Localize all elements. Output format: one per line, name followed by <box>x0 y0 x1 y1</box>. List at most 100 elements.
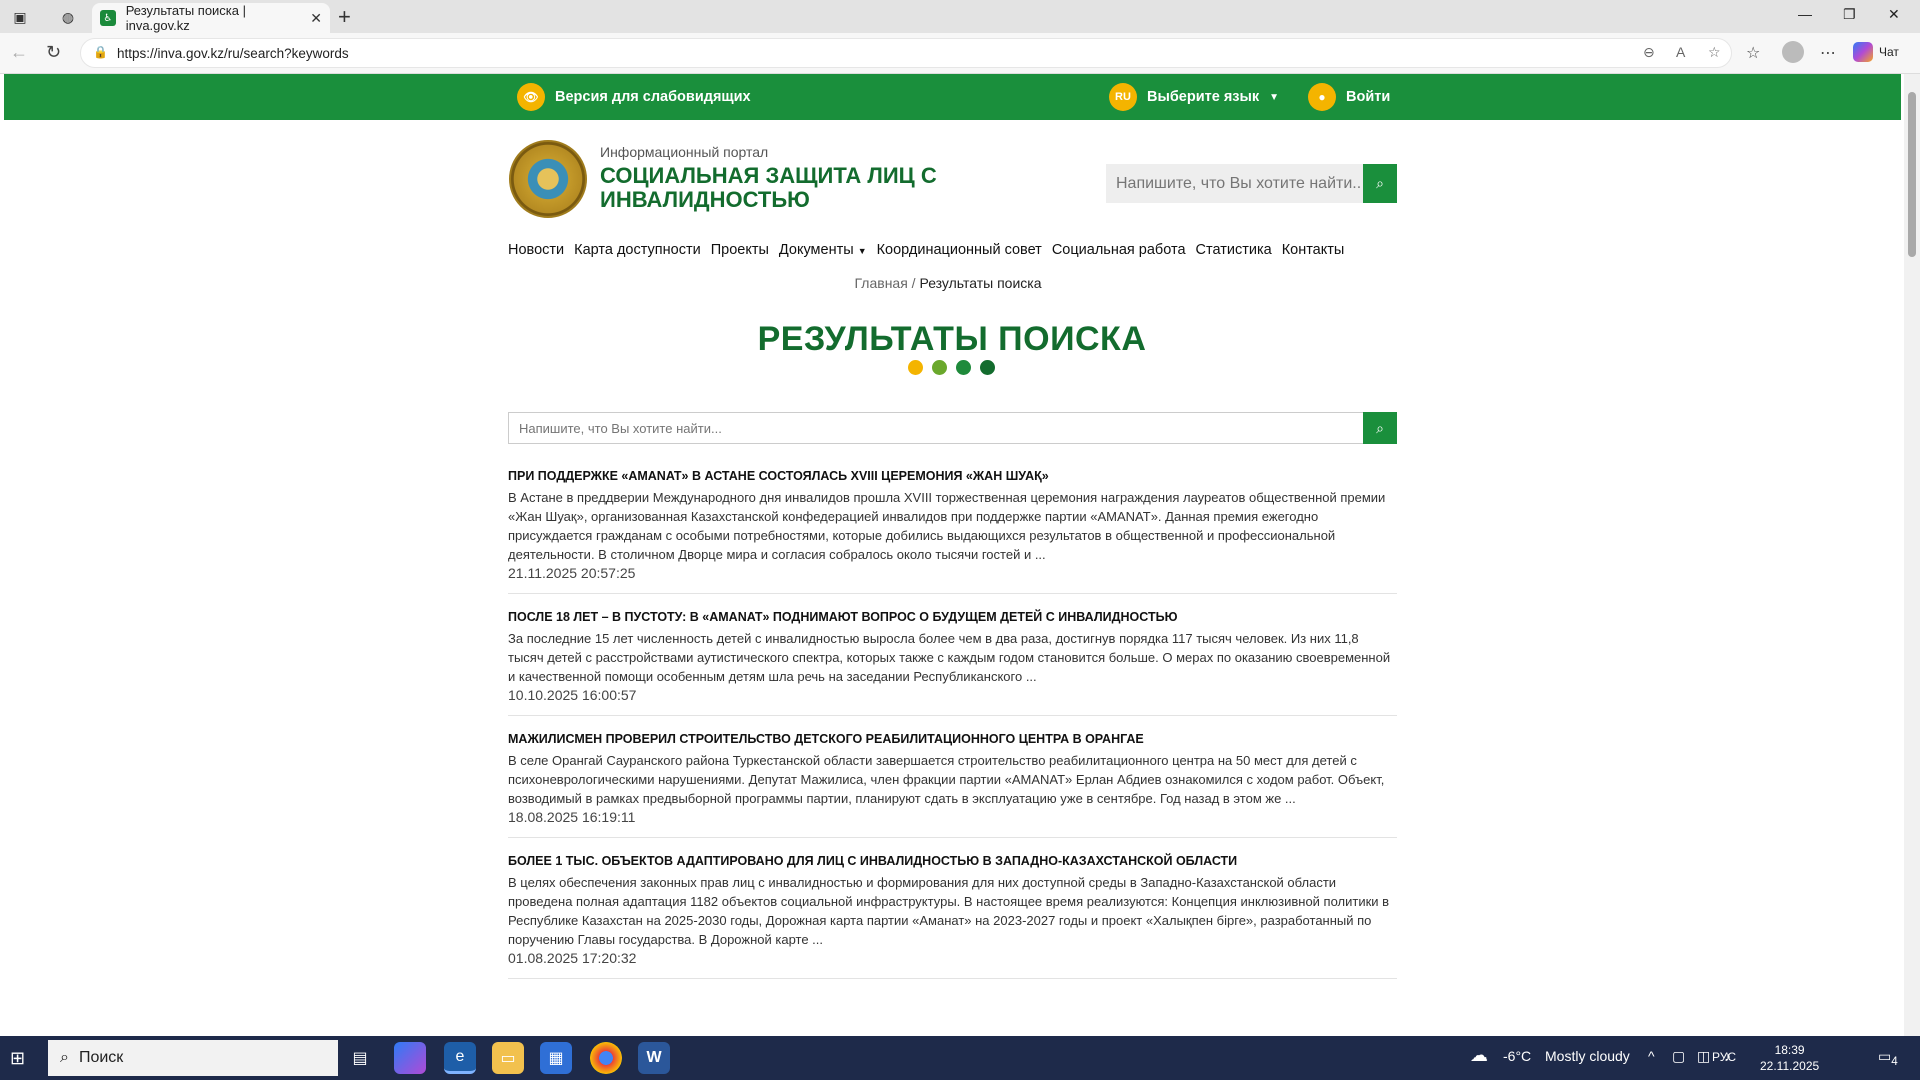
menu-item-news[interactable]: Новости <box>508 242 564 258</box>
favorites-icon[interactable]: ☆ <box>1746 43 1760 63</box>
back-icon[interactable]: ← <box>10 42 28 63</box>
language-label: Выберите язык <box>1147 89 1260 105</box>
accessibility-version-link[interactable]: 👁 Версия для слабовидящих <box>517 83 751 111</box>
address-bar[interactable]: 🔒 https://inva.gov.kz/ru/search?keywords… <box>80 38 1732 68</box>
notification-count: 4 <box>1891 1054 1898 1068</box>
notification-icon[interactable]: ▭4 <box>1878 1048 1898 1068</box>
system-clock[interactable]: 18:39 22.11.2025 <box>1760 1042 1819 1074</box>
input-language[interactable]: РУС <box>1712 1050 1736 1064</box>
weather-desc[interactable]: Mostly cloudy <box>1545 1048 1630 1064</box>
chevron-down-icon: ▼ <box>857 246 867 256</box>
dot-4 <box>980 360 995 375</box>
portal-title[interactable]: СОЦИАЛЬНАЯ ЗАЩИТА ЛИЦ С ИНВАЛИДНОСТЬЮ <box>600 164 940 212</box>
accessibility-label: Версия для слабовидящих <box>555 89 751 105</box>
breadcrumb-separator: / <box>907 275 920 291</box>
search-icon: ⌕ <box>1376 175 1384 191</box>
favorite-star-icon[interactable]: ☆ <box>1708 44 1721 61</box>
page-viewport: 👁 Версия для слабовидящих RU Выберите яз… <box>0 74 1920 1036</box>
task-view-icon[interactable]: ▤ <box>344 1042 376 1074</box>
result-item: После 18 лет – в пустоту: в «AMANAT» под… <box>508 610 1397 716</box>
menu-item-council[interactable]: Координационный совет <box>877 242 1042 258</box>
windows-start-icon[interactable]: ⊞ <box>10 1048 25 1069</box>
browser-tab-active[interactable]: ♿ Результаты поиска | inva.gov.kz ✕ <box>92 3 330 33</box>
menu-item-statistics[interactable]: Статистика <box>1196 242 1272 258</box>
chrome-icon[interactable] <box>590 1042 622 1074</box>
edge-browser-icon[interactable]: e <box>444 1042 476 1074</box>
dot-2 <box>932 360 947 375</box>
result-title[interactable]: При поддержке «AMANAT» в Астане состояла… <box>508 469 1397 483</box>
header-search-button[interactable]: ⌕ <box>1363 164 1397 203</box>
result-item: При поддержке «AMANAT» в Астане состояла… <box>508 469 1397 594</box>
state-emblem-logo[interactable] <box>509 140 587 218</box>
site-favicon-icon: ♿ <box>100 10 116 26</box>
main-search-input[interactable] <box>509 413 1359 443</box>
menu-item-accessibility-map[interactable]: Карта доступности <box>574 242 701 258</box>
new-tab-icon[interactable]: + <box>338 4 351 30</box>
result-item: Мажилисмен проверил строительство детско… <box>508 732 1397 838</box>
language-badge: RU <box>1109 83 1137 111</box>
browser-toolbar: ← ↻ 🔒 https://inva.gov.kz/ru/search?keyw… <box>0 33 1920 74</box>
menu-item-projects[interactable]: Проекты <box>711 242 769 258</box>
weather-temp[interactable]: -6°C <box>1503 1048 1531 1064</box>
breadcrumb-home[interactable]: Главная <box>855 275 908 291</box>
page-scrollbar[interactable] <box>1904 74 1920 1036</box>
result-date: 10.10.2025 16:00:57 <box>508 687 637 703</box>
copilot-label: Чат <box>1879 45 1899 59</box>
workspaces-icon[interactable]: ◍ <box>54 5 82 29</box>
result-title[interactable]: После 18 лет – в пустоту: в «AMANAT» под… <box>508 610 1397 624</box>
search-results: При поддержке «AMANAT» в Астане состояла… <box>508 469 1397 995</box>
result-excerpt: В Астане в преддверии Международного дня… <box>508 490 1386 562</box>
menu-item-contacts[interactable]: Контакты <box>1282 242 1345 258</box>
taskbar-search-label: Поиск <box>78 1049 124 1066</box>
meet-icon[interactable]: ▢ <box>1672 1048 1685 1065</box>
tab-close-icon[interactable]: ✕ <box>310 10 322 27</box>
header-search: ⌕ <box>1106 164 1397 203</box>
site-info-icon[interactable]: 🔒 <box>93 45 108 59</box>
header-search-input[interactable] <box>1106 164 1362 203</box>
network-icon[interactable]: ◫ <box>1697 1048 1710 1065</box>
scrollbar-thumb[interactable] <box>1908 92 1916 257</box>
result-excerpt: За последние 15 лет численность детей с … <box>508 631 1391 684</box>
search-icon: ⌕ <box>1376 419 1384 436</box>
search-icon: ⌕ <box>60 1049 69 1066</box>
menu-item-documents[interactable]: Документы ▼ <box>779 242 867 258</box>
result-title[interactable]: Мажилисмен проверил строительство детско… <box>508 732 1397 746</box>
result-excerpt: В целях обеспечения законных прав лиц с … <box>508 875 1390 947</box>
chevron-down-icon: ▼ <box>1269 91 1280 103</box>
copilot-icon <box>1853 42 1873 62</box>
page-title: РЕЗУЛЬТАТЫ ПОИСКА <box>757 320 1147 358</box>
more-menu-icon[interactable]: ⋯ <box>1820 43 1836 63</box>
taskbar: ⊞ ⌕ Поиск ▤ e ▭ ▦ W ☁ -6°C Mostly cloudy… <box>0 1036 1920 1080</box>
tab-actions-icon[interactable]: ▣ <box>6 5 34 29</box>
copilot-button[interactable]: Чат <box>1853 42 1899 62</box>
profile-avatar[interactable] <box>1782 41 1804 63</box>
result-date: 18.08.2025 16:19:11 <box>508 809 636 825</box>
url-text: https://inva.gov.kz/ru/search?keywords <box>117 45 349 61</box>
title-decoration-dots <box>908 360 995 375</box>
file-explorer-icon[interactable]: ▭ <box>492 1042 524 1074</box>
taskbar-search[interactable]: ⌕ Поиск <box>48 1040 338 1076</box>
minimize-icon[interactable]: — <box>1798 6 1812 22</box>
reload-icon[interactable]: ↻ <box>46 42 61 63</box>
restore-icon[interactable]: ❐ <box>1843 6 1856 23</box>
store-icon[interactable]: ▦ <box>540 1042 572 1074</box>
tab-title: Результаты поиска | inva.gov.kz <box>125 3 247 33</box>
word-icon[interactable]: W <box>638 1042 670 1074</box>
result-title[interactable]: Более 1 тыс. объектов адаптировано для л… <box>508 854 1397 868</box>
eye-icon: 👁 <box>517 83 545 111</box>
breadcrumb: Главная / Результаты поиска <box>0 275 1896 291</box>
window-close-icon[interactable]: ✕ <box>1888 6 1900 23</box>
main-search-button[interactable]: ⌕ <box>1363 412 1397 444</box>
zoom-icon[interactable]: ⊖ <box>1643 44 1655 61</box>
login-link[interactable]: ● Войти <box>1308 83 1390 111</box>
copilot-app-icon[interactable] <box>394 1042 426 1074</box>
language-selector[interactable]: RU Выберите язык ▼ <box>1109 83 1279 111</box>
main-menu: Новости Карта доступности Проекты Докуме… <box>508 242 1344 258</box>
weather-cloud-icon[interactable]: ☁ <box>1470 1045 1488 1066</box>
menu-item-social-work[interactable]: Социальная работа <box>1052 242 1186 258</box>
tray-chevron-up-icon[interactable]: ^ <box>1648 1048 1655 1064</box>
user-icon: ● <box>1308 83 1336 111</box>
portal-subtitle: Информационный портал <box>600 144 769 160</box>
dot-1 <box>908 360 923 375</box>
read-aloud-icon[interactable]: A <box>1676 44 1685 60</box>
